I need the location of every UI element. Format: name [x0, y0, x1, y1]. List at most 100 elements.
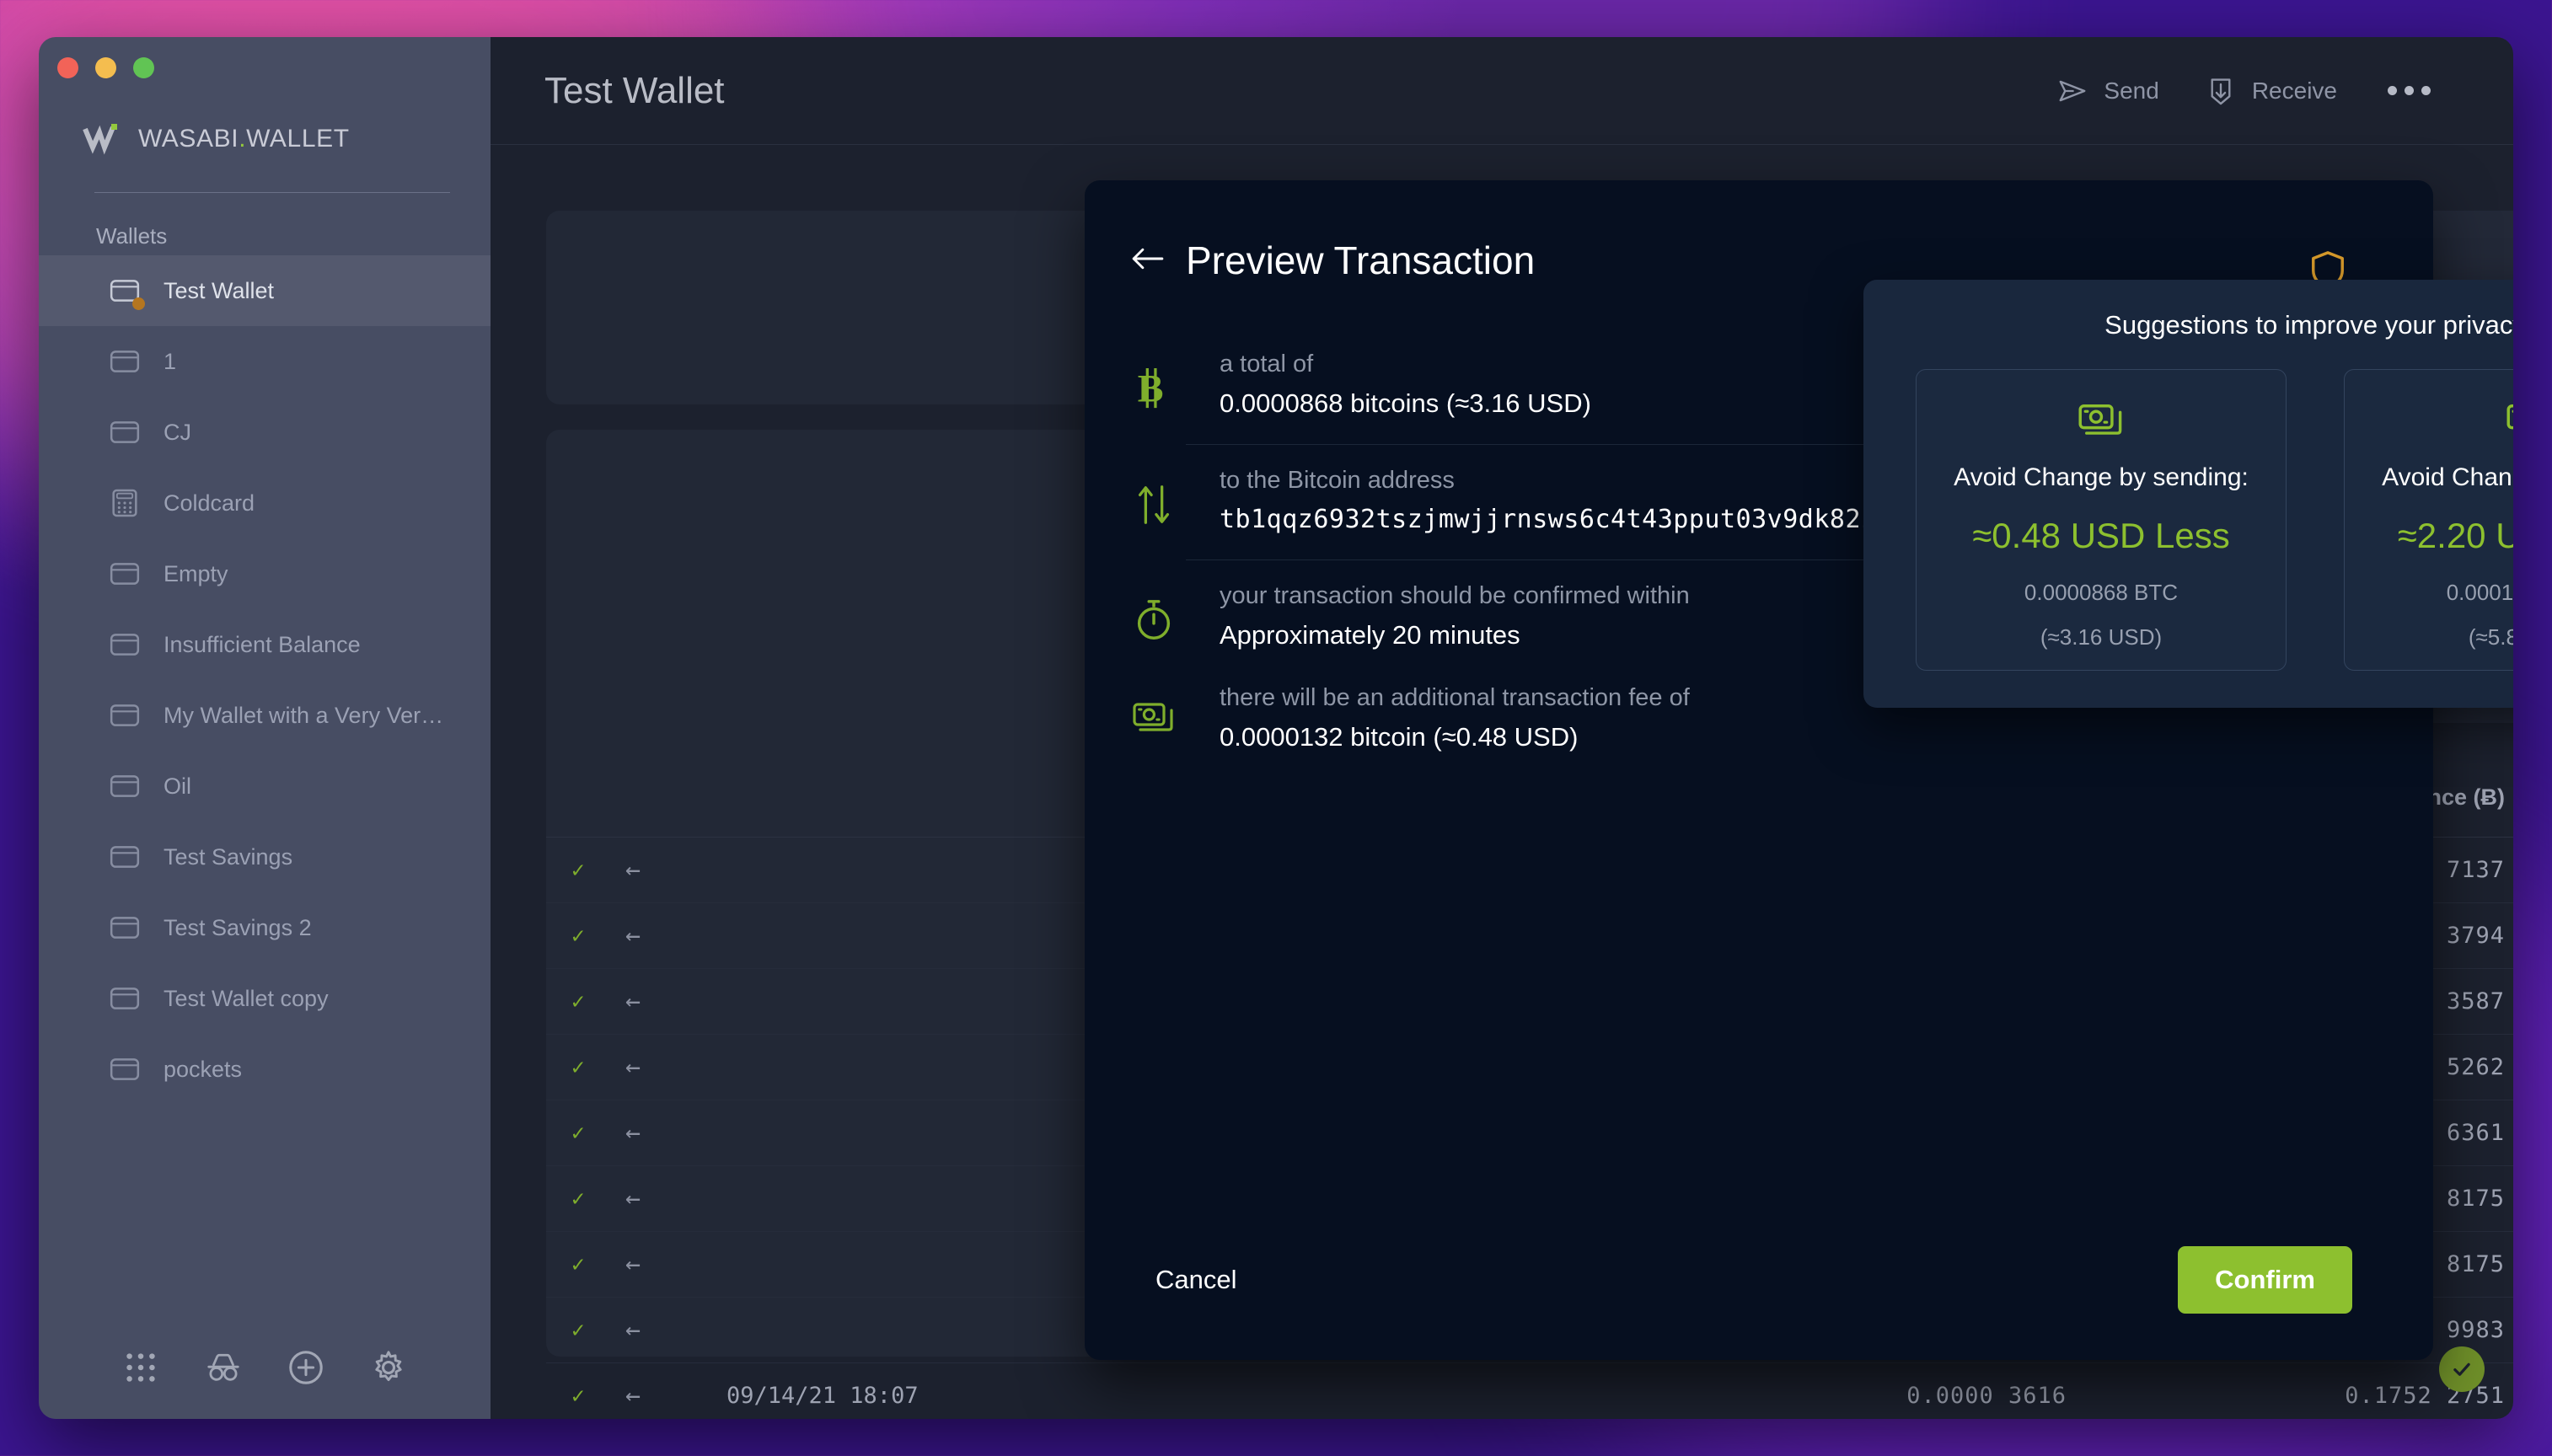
- cell-status: ✓: [571, 923, 585, 949]
- detail-label: your transaction should be confirmed wit…: [1220, 582, 1690, 609]
- wallet-icon: [108, 982, 142, 1015]
- detail-text-confirmation: your transaction should be confirmed wit…: [1213, 582, 1690, 650]
- sidebar-item-label: Test Wallet: [164, 277, 275, 303]
- suggestion-label: Avoid Change by sending:: [2382, 463, 2513, 491]
- sidebar-item-label: Test Savings 2: [164, 914, 312, 940]
- table-row[interactable]: ✓ ← 09/14/21 18:07 0.0000 3616 0.1752 2751: [546, 1363, 2513, 1419]
- sidebar-item-label: Insufficient Balance: [164, 631, 361, 657]
- wallet-icon: [108, 628, 142, 661]
- status-badge[interactable]: [2439, 1346, 2485, 1392]
- wallet-list: Test Wallet 1 CJ Coldcard Empty Insuffic…: [39, 255, 491, 1328]
- back-arrow-icon[interactable]: [1129, 242, 1167, 280]
- cell-direction: ←: [625, 987, 641, 1016]
- close-window-button[interactable]: [57, 57, 78, 78]
- send-icon: [2059, 80, 2086, 101]
- wallet-icon: [108, 699, 142, 732]
- cell-direction: ←: [625, 1250, 641, 1279]
- brand-title: WASABI.WALLET: [138, 125, 350, 153]
- suggestion-btc: 0.00016056 BTC: [2446, 580, 2513, 605]
- th-date[interactable]: [701, 758, 1097, 837]
- suggestion-card-1[interactable]: Avoid Change by sending: ≈0.48 USD Less 0.…: [1916, 369, 2287, 671]
- maximize-window-button[interactable]: [133, 57, 154, 78]
- sidebar-item-test-savings[interactable]: Test Savings: [39, 822, 491, 892]
- sidebar: WASABI.WALLET Wallets Test Wallet 1 CJ C…: [39, 37, 491, 1419]
- cell-date: [701, 1100, 1097, 1165]
- cell-status: ✓: [571, 1383, 585, 1409]
- transfer-arrows-icon: [1129, 467, 1179, 527]
- settings-gear-icon[interactable]: [369, 1348, 408, 1387]
- more-options-button[interactable]: [2383, 78, 2436, 104]
- cell-status: ✓: [571, 1186, 585, 1212]
- detail-text-address: to the Bitcoin address tb1qqz6932tszjmwj…: [1213, 467, 1877, 534]
- cell-incoming: [1097, 1363, 1654, 1419]
- wasabi-logo-icon: [83, 124, 117, 155]
- cell-direction: ←: [625, 1052, 641, 1082]
- banknote-icon: [2506, 400, 2513, 445]
- brand: WASABI.WALLET: [39, 89, 491, 170]
- app-window: WASABI.WALLET Wallets Test Wallet 1 CJ C…: [39, 37, 2513, 1419]
- sidebar-item-coldcard[interactable]: Coldcard: [39, 468, 491, 538]
- cell-direction: ←: [625, 1381, 641, 1410]
- cell-direction: ←: [625, 1118, 641, 1148]
- suggestion-amount: ≈2.20 USD More: [2397, 516, 2513, 555]
- hardware-wallet-icon: [108, 486, 142, 520]
- wallet-icon: [108, 911, 142, 945]
- cell-date: [701, 1166, 1097, 1231]
- sidebar-item-my-wallet-with-a-very-ver[interactable]: My Wallet with a Very Ver…: [39, 680, 491, 751]
- banknote-icon: [2078, 400, 2125, 445]
- cell-date: [701, 1035, 1097, 1100]
- wallet-icon: [108, 415, 142, 449]
- minimize-window-button[interactable]: [95, 57, 116, 78]
- sidebar-item-label: Test Savings: [164, 843, 293, 870]
- timer-icon: [1129, 582, 1179, 643]
- detail-text-amount: a total of 0.0000868 bitcoins (≈3.16 USD…: [1213, 351, 1591, 419]
- detail-value: tb1qqz6932tszjmwjjrnsws6c4t43pput03v9dk8…: [1220, 505, 1877, 534]
- sidebar-item-label: pockets: [164, 1056, 243, 1082]
- wallet-status-dot: [132, 297, 145, 310]
- incognito-icon[interactable]: [204, 1348, 243, 1387]
- receive-label: Receive: [2251, 77, 2337, 104]
- wallet-icon: [108, 1052, 142, 1086]
- cell-status: ✓: [571, 1120, 585, 1146]
- cell-date: [701, 1232, 1097, 1297]
- sidebar-item-empty[interactable]: Empty: [39, 538, 491, 609]
- window-traffic-lights: [39, 37, 491, 89]
- cell-date: [701, 969, 1097, 1034]
- sidebar-item-1[interactable]: 1: [39, 326, 491, 397]
- sidebar-item-insufficient-balance[interactable]: Insufficient Balance: [39, 609, 491, 680]
- th-status: [546, 758, 600, 837]
- confirm-button[interactable]: Confirm: [2178, 1246, 2352, 1314]
- cell-status: ✓: [571, 857, 585, 883]
- send-label: Send: [2104, 77, 2159, 104]
- dialog-header: Preview Transaction: [1085, 180, 2433, 290]
- sidebar-item-cj[interactable]: CJ: [39, 397, 491, 468]
- sidebar-item-oil[interactable]: Oil: [39, 751, 491, 822]
- suggestion-card-list: Avoid Change by sending: ≈0.48 USD Less 0.…: [1914, 369, 2513, 671]
- sidebar-item-label: Oil: [164, 773, 191, 799]
- detail-value: 0.0000868 bitcoins (≈3.16 USD): [1220, 388, 1591, 418]
- suggestion-card-2[interactable]: Avoid Change by sending: ≈2.20 USD More 0.…: [2344, 369, 2513, 671]
- detail-label: a total of: [1220, 351, 1314, 377]
- send-button[interactable]: Send: [2056, 75, 2159, 107]
- add-wallet-icon[interactable]: [287, 1348, 325, 1387]
- suggestion-amount: ≈0.48 USD Less: [1972, 516, 2230, 555]
- privacy-popup-title: Suggestions to improve your privacy: [2104, 310, 2513, 340]
- apps-grid-icon[interactable]: [121, 1348, 160, 1387]
- sidebar-item-test-savings-2[interactable]: Test Savings 2: [39, 892, 491, 963]
- check-icon: [2453, 1362, 2470, 1376]
- sidebar-item-pockets[interactable]: pockets: [39, 1034, 491, 1105]
- cell-status: ✓: [571, 1251, 585, 1277]
- sidebar-item-test-wallet-copy[interactable]: Test Wallet copy: [39, 963, 491, 1034]
- suggestion-usd: (≈3.16 USD): [2040, 624, 2163, 650]
- receive-button[interactable]: Receive: [2205, 75, 2337, 107]
- cell-direction: ←: [625, 1315, 641, 1345]
- cancel-button[interactable]: Cancel: [1155, 1265, 1237, 1295]
- wallets-section-label: Wallets: [96, 223, 168, 249]
- main-content: Test Wallet Send Receive Balance (Ƀ) ✓ ←…: [491, 37, 2513, 1419]
- sidebar-item-test-wallet[interactable]: Test Wallet: [39, 255, 491, 326]
- detail-label: to the Bitcoin address: [1220, 467, 1455, 494]
- page-title: Test Wallet: [544, 69, 725, 111]
- sidebar-footer: [39, 1328, 491, 1419]
- wallet-icon: [108, 274, 145, 310]
- suggestion-usd: (≈5.84 USD): [2468, 624, 2513, 650]
